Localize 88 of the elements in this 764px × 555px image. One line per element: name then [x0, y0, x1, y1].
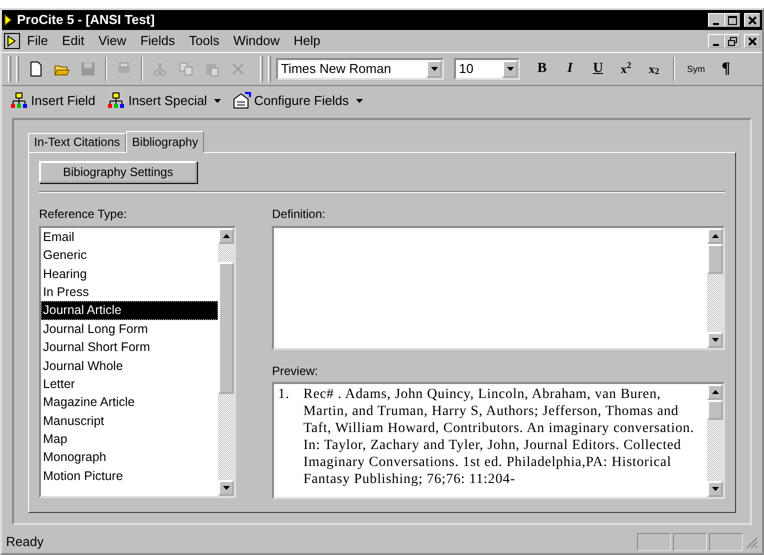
underline-button[interactable]: U — [586, 57, 610, 81]
scrollbar[interactable] — [218, 228, 234, 496]
up-arrow-icon — [712, 234, 718, 238]
scroll-thumb[interactable] — [218, 262, 234, 394]
field-tree-icon — [107, 92, 126, 110]
minimize-button[interactable] — [708, 34, 724, 48]
list-item[interactable]: Journal Long Form — [41, 320, 218, 338]
paragraph-button[interactable]: ¶ — [714, 57, 738, 81]
app-icon — [4, 14, 13, 26]
up-arrow-icon — [222, 234, 230, 238]
list-item[interactable]: Journal Short Form — [41, 338, 218, 357]
settings-button[interactable]: Bibiography Settings — [39, 161, 198, 184]
save-icon — [80, 61, 96, 77]
restore-icon — [728, 36, 736, 46]
down-arrow-icon — [712, 338, 718, 342]
list-item[interactable]: Monograph — [41, 448, 218, 467]
window-title: ProCite 5 - [ANSI Test] — [17, 12, 155, 28]
status-panel — [709, 533, 743, 551]
restore-button[interactable] — [724, 34, 740, 48]
list-item[interactable]: Journal Whole — [41, 356, 218, 375]
close-icon — [748, 36, 756, 46]
caret-icon — [214, 99, 222, 103]
list-item[interactable]: Hearing — [41, 264, 218, 283]
field-label: Definition: — [272, 207, 326, 222]
list-item[interactable]: Motion Picture — [41, 466, 218, 486]
caret-icon — [356, 99, 363, 103]
font-dropdown[interactable]: Times New Roman — [276, 58, 444, 80]
field-label: Reference Type: — [39, 207, 128, 222]
bold-button[interactable]: B — [530, 57, 554, 81]
menu-item[interactable]: Window — [226, 32, 287, 50]
reference-type-list[interactable]: Email Generic Hearing In Press Journal Article Journal Long Form Journal Short Form Journal Whole Letter Magazine Article Manuscript Map Monograph Motion Picture — [39, 226, 236, 498]
status-panel — [637, 533, 671, 551]
paste-icon — [204, 61, 220, 77]
field-label: Preview: — [272, 364, 320, 378]
menu-item[interactable]: File — [20, 32, 55, 50]
definition-field[interactable] — [272, 226, 725, 350]
down-arrow-icon — [712, 487, 718, 492]
toolbar-button[interactable]: Configure Fields — [231, 92, 365, 110]
minimize-icon — [713, 44, 719, 46]
close-icon — [748, 16, 756, 24]
menu-item[interactable]: Fields — [133, 32, 182, 50]
down-arrow-icon — [222, 486, 230, 490]
list-item[interactable]: Magazine Article — [41, 393, 218, 412]
italic-button[interactable]: I — [558, 57, 582, 81]
up-arrow-icon — [712, 390, 718, 394]
scroll-thumb[interactable] — [707, 400, 723, 420]
size-dropdown[interactable]: 10 — [454, 58, 520, 80]
maximize-icon — [728, 16, 736, 24]
tab[interactable]: In-Text Citations — [28, 133, 126, 152]
maximize-button[interactable] — [724, 13, 740, 27]
list-item[interactable]: Map — [41, 430, 218, 448]
toolbar-button[interactable]: Insert Field — [8, 92, 98, 110]
tab[interactable]: Bibliography — [126, 131, 204, 153]
list-item[interactable]: In Press — [41, 282, 218, 302]
toolbar-button[interactable]: Insert Special — [105, 92, 224, 110]
document-icon — [4, 33, 20, 49]
superscript-button[interactable]: x$^{2}$ — [614, 57, 638, 81]
caret-icon — [430, 67, 438, 71]
menu-item[interactable]: Help — [286, 32, 328, 50]
scrollbar[interactable] — [707, 384, 723, 498]
caret-icon — [506, 67, 514, 71]
list-number: 1. — [278, 386, 290, 404]
symbol-button[interactable]: Sym — [682, 57, 710, 81]
close-button[interactable] — [744, 34, 760, 48]
form-icon — [233, 92, 252, 110]
menu-item[interactable]: View — [91, 32, 134, 50]
resize-grip-icon — [745, 536, 758, 548]
close-button[interactable] — [744, 13, 760, 27]
scissors-icon — [152, 61, 168, 77]
minimize-icon — [713, 23, 719, 25]
menu-item[interactable]: Tools — [182, 32, 226, 50]
list-item[interactable]: Generic — [41, 246, 218, 265]
field-tree-icon — [10, 92, 28, 110]
delete-icon — [230, 61, 246, 77]
list-item[interactable]: Letter — [41, 374, 218, 394]
status-panel — [673, 533, 707, 551]
minimize-button[interactable] — [708, 13, 724, 27]
preview-text: Rec# . Adams, John Quincy, Lincoln, Abraham, van Buren, Martin, and Truman, Harry S, Authors; Jefferson, Thomas and Taft, William Howard, Contributors. An imaginary conversation. In: Taylor, Zachary and Tyler, John, Journal Editors. Collected Imaginary Conversations. 1st ed. Philadelphia,PA: Historical Fantasy Publishing; 76;76: 11:204- — [303, 386, 696, 490]
status-text: Ready — [6, 534, 44, 550]
new-document-icon — [28, 61, 44, 77]
list-item[interactable]: Journal Article — [41, 301, 218, 320]
subscript-button[interactable]: x$_{2}$ — [642, 57, 666, 81]
scroll-thumb[interactable] — [707, 244, 723, 274]
list-item[interactable]: Manuscript — [41, 412, 218, 430]
scrollbar[interactable] — [707, 228, 723, 348]
list-item[interactable]: Email — [41, 228, 218, 246]
copy-icon — [178, 61, 194, 77]
menu-item[interactable]: Edit — [54, 32, 92, 50]
